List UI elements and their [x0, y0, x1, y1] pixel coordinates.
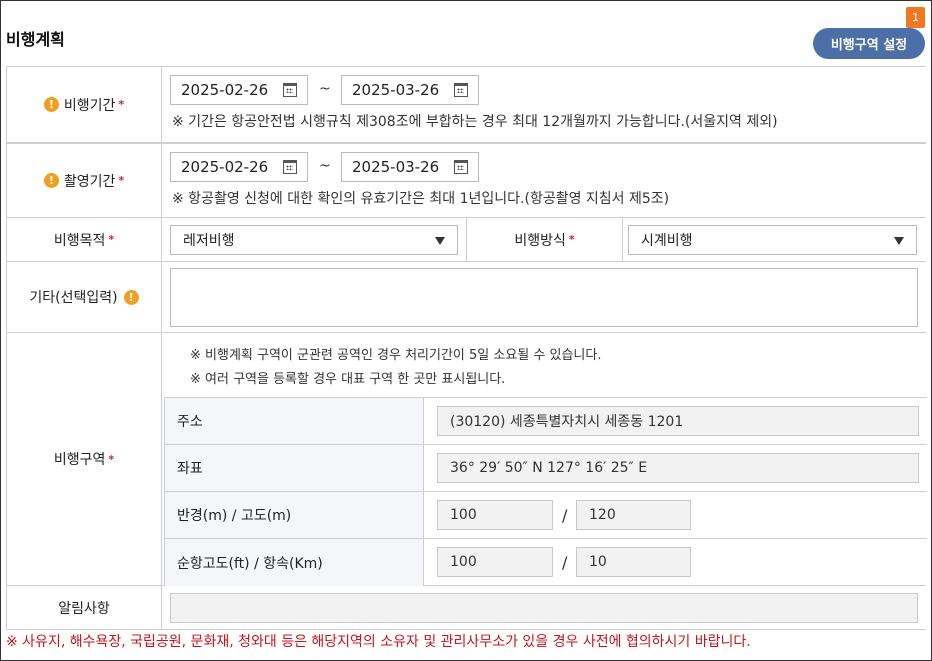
required-asterisk: *: [118, 174, 125, 187]
notice-row: 알림사항: [6, 586, 926, 630]
warning-icon: !: [123, 289, 139, 305]
required-asterisk: *: [568, 233, 575, 246]
radius-altitude-label: 반경(m) / 고도(m): [165, 492, 424, 538]
flight-period-label: ! 비행기간 *: [6, 67, 162, 142]
date-range-separator: ~: [319, 81, 331, 97]
slash-separator: /: [562, 506, 568, 525]
required-asterisk: *: [108, 452, 115, 466]
etc-label: 기타(선택입력) !: [6, 262, 162, 332]
altitude-field: 120: [576, 500, 691, 530]
flight-period-note: ※ 기간은 항공안전법 시행규칙 제308조에 부합하는 경우 최대 12개월까…: [172, 114, 778, 130]
notice-field: [170, 593, 918, 623]
calendar-icon[interactable]: [454, 83, 468, 97]
notice-label: 알림사항: [6, 586, 162, 629]
warning-icon: !: [43, 173, 59, 188]
privacy-footnote: ※ 사유지, 해수욕장, 국립공원, 문화재, 청와대 등은 해당지역의 소유자…: [6, 634, 751, 650]
purpose-select[interactable]: 레저비행: [170, 225, 458, 255]
flight-period-row: ! 비행기간 * 2025-02-26 ~ 2025-03-26 ※ 기간은 항…: [6, 67, 926, 143]
flight-zone-row: 비행구역 * ※ 비행계획 구역이 군관련 공역인 경우 처리기간이 5일 소요…: [6, 333, 927, 586]
required-asterisk: *: [118, 98, 125, 111]
shoot-start-date-input[interactable]: 2025-02-26: [170, 152, 308, 182]
speed-field: 10: [576, 547, 691, 577]
section-title: 비행계획: [6, 30, 65, 49]
date-range-separator: ~: [319, 158, 331, 174]
shoot-period-row: ! 촬영기간 * 2025-02-26 ~ 2025-03-26 ※ 항공촬영 …: [6, 143, 926, 218]
radius-field: 100: [437, 500, 553, 530]
flight-plan-form: ! 비행기간 * 2025-02-26 ~ 2025-03-26 ※ 기간은 항…: [6, 66, 927, 630]
shoot-period-note: ※ 항공촬영 신청에 대한 확인의 유효기간은 최대 1년입니다.(항공촬영 지…: [172, 191, 670, 207]
required-asterisk: *: [108, 233, 115, 246]
shoot-end-date-input[interactable]: 2025-03-26: [341, 152, 479, 182]
zone-note-multiple: ※ 여러 구역을 등록할 경우 대표 구역 한 곳만 표시됩니다.: [190, 372, 506, 387]
slash-separator: /: [562, 553, 568, 572]
radius-altitude-row: 반경(m) / 고도(m) 100 / 120: [165, 491, 927, 538]
cruise-speed-row: 순항고도(ft) / 항속(Km) 100 / 10: [165, 538, 927, 586]
etc-row: 기타(선택입력) !: [6, 262, 926, 333]
cruise-altitude-field: 100: [437, 547, 553, 577]
zone-details-table: 주소 (30120) 세종특별자치시 세종동 1201 좌표 36° 29′ 5…: [164, 397, 927, 586]
coord-row: 좌표 36° 29′ 50″ N 127° 16′ 25″ E: [165, 444, 927, 491]
coord-label: 좌표: [165, 445, 424, 491]
flight-zone-label: 비행구역 *: [6, 333, 162, 585]
purpose-label: 비행목적 *: [6, 218, 162, 261]
calendar-icon[interactable]: [454, 160, 468, 174]
zone-note-military: ※ 비행계획 구역이 군관련 공역인 경우 처리기간이 5일 소요될 수 있습니…: [190, 348, 602, 363]
dropdown-arrow-icon: [894, 237, 904, 245]
calendar-icon[interactable]: [283, 83, 297, 97]
coord-field: 36° 29′ 50″ N 127° 16′ 25″ E: [437, 453, 919, 483]
address-row: 주소 (30120) 세종특별자치시 세종동 1201: [165, 397, 927, 444]
set-flight-zone-button[interactable]: 비행구역 설정: [813, 28, 925, 59]
flight-start-date-input[interactable]: 2025-02-26: [170, 75, 308, 105]
etc-textarea[interactable]: [170, 268, 918, 327]
shoot-period-label: ! 촬영기간 *: [6, 144, 162, 217]
address-label: 주소: [165, 398, 424, 444]
method-label: 비행방식 *: [466, 218, 623, 261]
method-select[interactable]: 시계비행: [628, 225, 917, 255]
zone-count-badge: 1: [906, 7, 925, 28]
address-field: (30120) 세종특별자치시 세종동 1201: [437, 406, 919, 436]
flight-end-date-input[interactable]: 2025-03-26: [341, 75, 479, 105]
cruise-speed-label: 순항고도(ft) / 항속(Km): [165, 539, 424, 586]
purpose-method-row: 비행목적 * 레저비행 비행방식 * 시계비행: [6, 218, 926, 262]
calendar-icon[interactable]: [283, 160, 297, 174]
dropdown-arrow-icon: [435, 237, 445, 245]
warning-icon: !: [43, 97, 59, 112]
